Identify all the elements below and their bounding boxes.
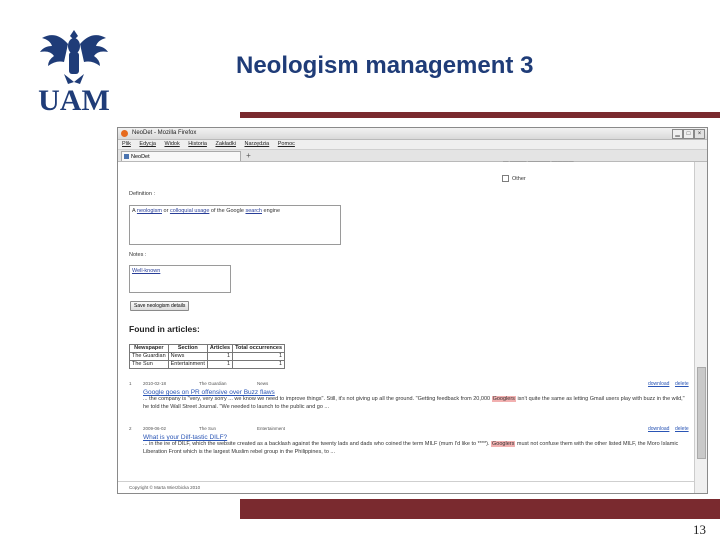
definition-text-suffix: engine xyxy=(262,208,281,214)
article-date: 2010-02-18 xyxy=(143,381,167,386)
table-cell: News xyxy=(167,352,208,361)
table-row: The Guardian News 1 1 xyxy=(129,352,286,361)
uam-logo: UAM xyxy=(34,24,114,120)
article-snippet: ... in the ire of DILF, which the websit… xyxy=(143,441,689,456)
definition-text-mid2: of the Google xyxy=(209,208,246,214)
other-option-label: Other xyxy=(512,175,526,182)
found-in-articles-heading: Found in articles: xyxy=(129,324,200,334)
scrollbar-thumb[interactable] xyxy=(697,367,706,459)
tab-bar: NeoDet + xyxy=(118,150,707,162)
column-header: Section xyxy=(167,344,208,353)
article-date: 2009-06-02 xyxy=(143,426,167,431)
top-accent-bar xyxy=(240,112,720,118)
notes-label: Notes : xyxy=(129,252,147,258)
footer-divider xyxy=(118,481,696,482)
newspaper-table: Newspaper Section Articles Total occurre… xyxy=(129,344,286,369)
minimize-button[interactable]: ▁ xyxy=(672,129,683,139)
logo-lettering: UAM xyxy=(38,84,110,117)
article-number: 2 xyxy=(129,426,132,431)
menu-item-tools[interactable]: Narzędzia xyxy=(244,141,269,147)
menu-item-edit[interactable]: Edycja xyxy=(139,141,156,147)
column-header: Newspaper xyxy=(129,344,169,353)
article-entry: 2 2009-06-02 The Sun Entertainment downl… xyxy=(129,426,689,456)
delete-link[interactable]: delete xyxy=(675,426,689,432)
other-checkbox[interactable] xyxy=(502,175,509,182)
partial-option-row: — ——— ———— ———— xyxy=(503,159,574,165)
new-tab-button[interactable]: + xyxy=(244,151,253,160)
page-number: 13 xyxy=(693,522,706,537)
close-button[interactable]: × xyxy=(694,129,705,139)
table-cell: 1 xyxy=(206,360,234,369)
delete-link[interactable]: delete xyxy=(675,381,689,387)
article-snippet: ... the company is "very, very sorry ...… xyxy=(143,396,689,411)
window-titlebar: NeoDet - Mozilla Firefox ▁ □ × xyxy=(118,128,707,140)
menu-item-bookmarks[interactable]: Zakładki xyxy=(215,141,235,147)
vertical-scrollbar[interactable] xyxy=(694,162,707,493)
article-title-link[interactable]: What is your Dilf-tastic DILF? xyxy=(143,434,689,441)
definition-textarea[interactable]: A neologism or colloquial usage of the G… xyxy=(129,205,341,245)
article-title-link[interactable]: Google goes on PR offensive over Buzz fl… xyxy=(143,389,689,396)
table-cell: Entertainment xyxy=(167,360,208,369)
snippet-text: ... the company is "very, very sorry ...… xyxy=(143,396,492,402)
table-cell: 1 xyxy=(232,352,286,361)
page-favicon-icon xyxy=(124,154,129,159)
maximize-button[interactable]: □ xyxy=(683,129,694,139)
save-neologism-button[interactable]: Save neologism details xyxy=(130,301,190,311)
table-header-row: Newspaper Section Articles Total occurre… xyxy=(129,344,286,353)
page-content: — ——— ———— ———— Other Definition : A neo… xyxy=(118,159,696,493)
article-section: Entertainment xyxy=(257,426,286,431)
snippet-text: ... in the ire of DILF, which the websit… xyxy=(143,441,492,447)
table-cell: The Sun xyxy=(129,360,169,369)
definition-text-mid1: or xyxy=(161,208,170,214)
menu-item-file[interactable]: Plik xyxy=(122,141,131,147)
table-cell: 1 xyxy=(206,352,234,361)
column-header: Total occurrences xyxy=(232,344,286,353)
other-option[interactable]: Other xyxy=(502,175,526,182)
definition-link-colloquial[interactable]: colloquial usage xyxy=(170,208,209,214)
snippet-highlight: Googlers xyxy=(491,441,516,447)
menu-bar: Plik Edycja Widok Historia Zakładki Narz… xyxy=(118,140,707,150)
table-row: The Sun Entertainment 1 1 xyxy=(129,360,286,369)
bottom-accent-bar xyxy=(240,499,720,519)
menu-item-help[interactable]: Pomoc xyxy=(278,141,295,147)
article-number: 1 xyxy=(129,381,132,386)
snippet-highlight: Googlers xyxy=(491,396,516,402)
tab-neodet[interactable]: NeoDet xyxy=(121,151,241,161)
article-paper: The Guardian xyxy=(199,381,227,386)
notes-value: Well-known xyxy=(132,268,161,274)
download-link[interactable]: download xyxy=(648,426,669,432)
definition-link-search[interactable]: search xyxy=(245,208,262,214)
firefox-icon xyxy=(121,130,128,137)
article-entry: 1 2010-02-18 The Guardian News download … xyxy=(129,381,689,411)
tab-label: NeoDet xyxy=(131,154,150,160)
browser-window: NeoDet - Mozilla Firefox ▁ □ × Plik Edyc… xyxy=(117,127,708,494)
window-title: NeoDet - Mozilla Firefox xyxy=(132,130,197,136)
article-section: News xyxy=(257,381,269,386)
menu-item-view[interactable]: Widok xyxy=(164,141,179,147)
menu-item-history[interactable]: Historia xyxy=(188,141,207,147)
download-link[interactable]: download xyxy=(648,381,669,387)
slide-title: Neologism management 3 xyxy=(236,52,534,79)
table-cell: 1 xyxy=(232,360,286,369)
definition-link-neologism[interactable]: neologism xyxy=(137,208,162,214)
article-paper: The Sun xyxy=(199,426,217,431)
eagle-emblem: UAM xyxy=(38,30,110,117)
column-header: Articles xyxy=(206,344,234,353)
definition-label: Definition : xyxy=(129,191,155,197)
copyright-footer: Copyright © Marta Wierzbicka 2010 xyxy=(129,485,201,490)
notes-textarea[interactable]: Well-known xyxy=(129,265,231,293)
table-cell: The Guardian xyxy=(129,352,169,361)
